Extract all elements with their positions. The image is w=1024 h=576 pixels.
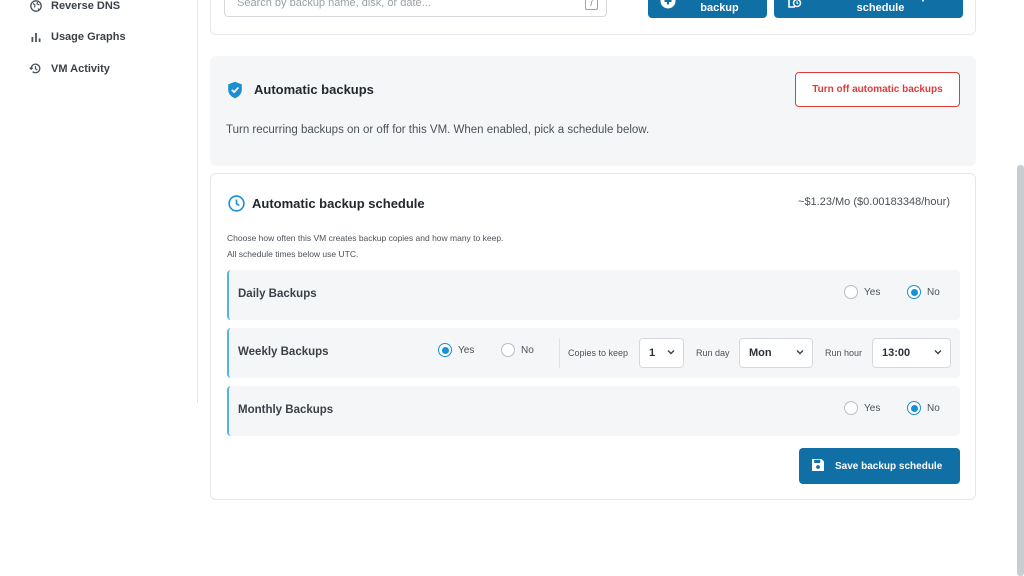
- run-day-label: Run day: [696, 348, 730, 358]
- monthly-backups-row: Monthly Backups Yes No: [227, 386, 960, 436]
- radio-indicator: [844, 285, 858, 299]
- copies-to-keep-label: Copies to keep: [568, 348, 629, 358]
- chevron-down-icon: [666, 347, 676, 360]
- create-backup-label: Create backup: [700, 0, 739, 14]
- daily-backups-row: Daily Backups Yes No: [227, 270, 960, 320]
- page-scrollbar[interactable]: [1017, 165, 1024, 576]
- sidebar-item-vm-activity[interactable]: VM Activity: [29, 62, 110, 75]
- radio-indicator: [907, 285, 921, 299]
- save-icon: [811, 458, 825, 475]
- radio-indicator: [438, 343, 452, 357]
- weekly-backups-label: Weekly Backups: [238, 346, 329, 358]
- radio-indicator: [844, 401, 858, 415]
- automatic-schedule-label: Automatic backup schedule: [833, 0, 928, 14]
- radio-label: Yes: [458, 344, 475, 356]
- search-input[interactable]: [225, 0, 565, 16]
- clock-icon: [228, 195, 245, 217]
- run-hour-select[interactable]: 13:00: [872, 338, 951, 368]
- radio-label: Yes: [864, 402, 881, 414]
- divider: [559, 338, 560, 368]
- automatic-backups-description: Turn recurring backups on or off for thi…: [226, 124, 650, 136]
- radio-label: No: [927, 286, 940, 298]
- shortcut-hint: /: [585, 0, 598, 10]
- bar-chart-icon: [29, 30, 42, 43]
- select-value: 1: [649, 347, 656, 359]
- weekly-yes-radio[interactable]: Yes: [438, 343, 474, 357]
- turn-off-automatic-backups-button[interactable]: Turn off automatic backups: [795, 72, 960, 107]
- search-box: /: [224, 0, 607, 17]
- automatic-schedule-button[interactable]: Automatic backup schedule: [774, 0, 963, 18]
- automatic-backups-panel: Automatic backups Turn recurring backups…: [210, 56, 976, 166]
- weekly-no-radio[interactable]: No: [501, 343, 534, 357]
- daily-yes-radio[interactable]: Yes: [844, 285, 880, 299]
- monthly-yes-radio[interactable]: Yes: [844, 401, 880, 415]
- schedule-help-text: Choose how often this VM creates backup …: [227, 233, 504, 243]
- sidebar-item-label: VM Activity: [51, 62, 110, 75]
- create-backup-button[interactable]: Create backup: [648, 0, 767, 18]
- shield-check-icon: [227, 81, 243, 104]
- copies-to-keep-select[interactable]: 1: [639, 338, 684, 368]
- select-value: Mon: [749, 347, 772, 359]
- daily-no-radio[interactable]: No: [907, 285, 940, 299]
- monthly-backups-label: Monthly Backups: [238, 404, 334, 416]
- save-backup-schedule-label: Save backup schedule: [835, 460, 943, 472]
- globe-icon: [29, 0, 42, 12]
- chevron-down-icon: [933, 347, 943, 360]
- sidebar-item-label: Usage Graphs: [51, 30, 126, 43]
- weekly-backups-row: Weekly Backups Yes No Copies to keep 1 R…: [227, 328, 960, 378]
- sidebar: Reverse DNS Usage Graphs VM Activity: [12, 0, 198, 403]
- monthly-no-radio[interactable]: No: [907, 401, 940, 415]
- sidebar-item-reverse-dns[interactable]: Reverse DNS: [29, 0, 120, 12]
- radio-label: Yes: [864, 286, 881, 298]
- chevron-down-icon: [795, 347, 805, 360]
- plus-circle-icon: [660, 0, 676, 12]
- history-icon: [29, 62, 42, 75]
- sidebar-item-label: Reverse DNS: [51, 0, 121, 12]
- backup-toolbar: / Create backup Automatic backup schedul…: [210, 0, 976, 35]
- radio-label: No: [521, 344, 534, 356]
- run-hour-label: Run hour: [825, 348, 863, 358]
- schedule-icon: [786, 0, 802, 12]
- sidebar-item-usage-graphs[interactable]: Usage Graphs: [29, 30, 126, 43]
- backup-schedule-panel: Automatic backup schedule ~$1.23/Mo ($0.…: [210, 173, 976, 500]
- schedule-utc-note: All schedule times below use UTC.: [227, 249, 359, 259]
- automatic-backups-title: Automatic backups: [254, 82, 374, 97]
- schedule-title: Automatic backup schedule: [252, 196, 425, 211]
- daily-backups-label: Daily Backups: [238, 288, 317, 300]
- select-value: 13:00: [882, 347, 911, 359]
- radio-label: No: [927, 402, 940, 414]
- schedule-price: ~$1.23/Mo ($0.00183348/hour): [798, 196, 950, 208]
- radio-indicator: [907, 401, 921, 415]
- run-day-select[interactable]: Mon: [739, 338, 813, 368]
- save-backup-schedule-button[interactable]: Save backup schedule: [799, 448, 960, 484]
- radio-indicator: [501, 343, 515, 357]
